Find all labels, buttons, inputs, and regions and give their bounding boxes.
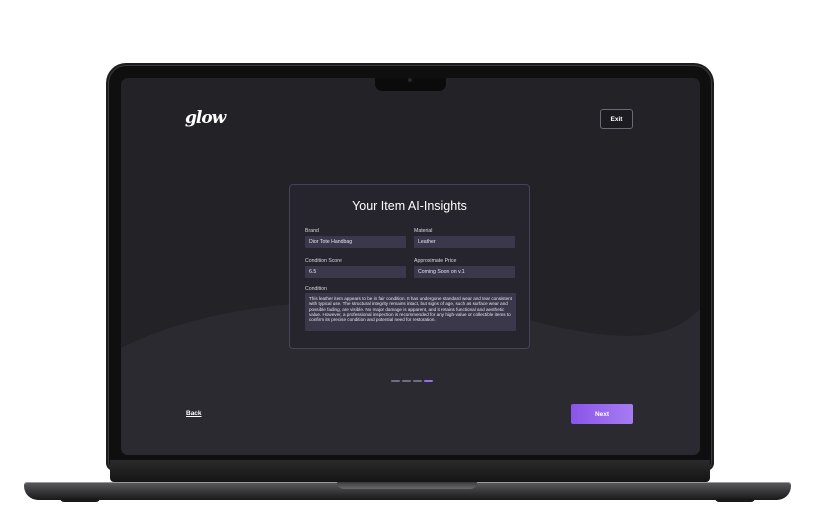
exit-button[interactable]: Exit [600,109,633,129]
step-progress-indicator [391,380,433,382]
brand-label: Brand [305,228,319,234]
laptop-foot-right [715,498,755,502]
condition-score-label: Condition Score [305,258,342,264]
camera-icon [408,78,412,82]
material-label: Material [414,228,433,234]
material-field[interactable]: Leather [414,236,515,248]
brand-field[interactable]: Dior Tote Handbag [305,236,406,248]
laptop-mockup: glow Exit Your Item AI-Insights Brand Di… [0,0,815,531]
ai-insights-card: Your Item AI-Insights Brand Dior Tote Ha… [289,184,530,349]
laptop-base-notch [337,482,477,489]
progress-step-3 [413,380,422,382]
next-button[interactable]: Next [571,404,633,424]
progress-step-2 [402,380,411,382]
condition-score-field[interactable]: 6.5 [305,266,406,278]
progress-step-4 [424,380,433,382]
card-title: Your Item AI-Insights [352,199,467,213]
condition-textarea[interactable]: This leather item appears to be in fair … [305,293,516,331]
back-link[interactable]: Back [186,410,202,417]
progress-step-1 [391,380,400,382]
approximate-price-label: Approximate Price [414,258,457,264]
brand-logo: glow [185,108,226,128]
laptop-foot-left [60,498,100,502]
approximate-price-field[interactable]: Coming Soon on v.1 [414,266,515,278]
laptop-hinge [110,460,710,482]
condition-label: Condition [305,286,327,292]
